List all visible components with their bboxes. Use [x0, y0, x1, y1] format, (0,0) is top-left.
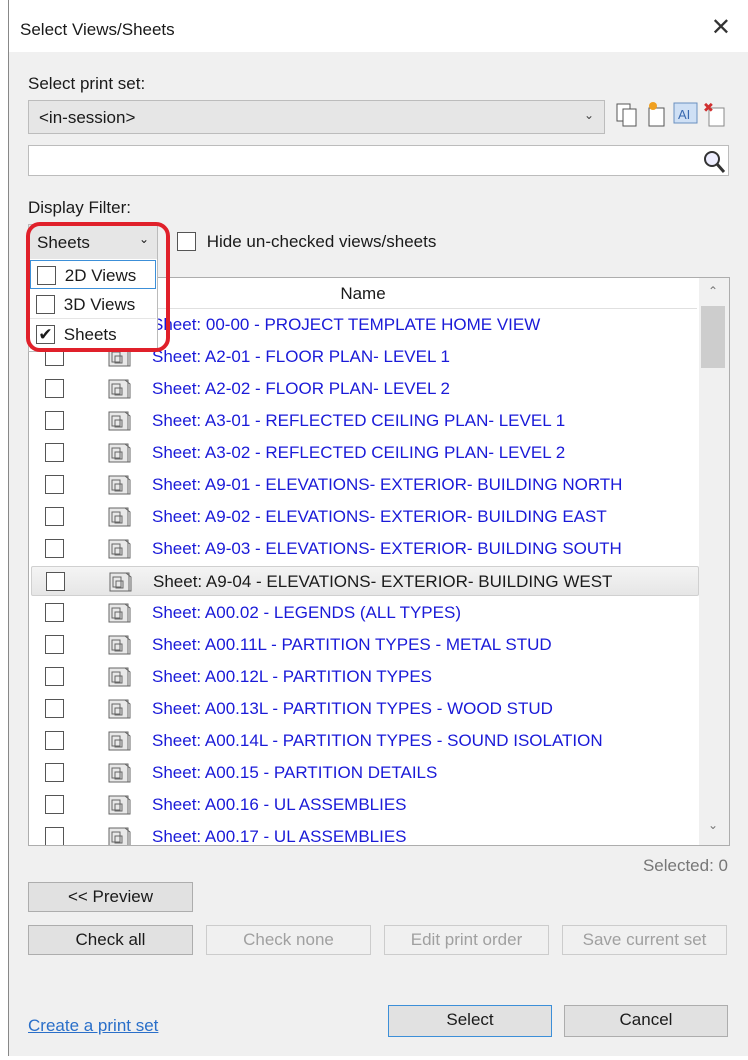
scroll-down-icon[interactable]: ⌄	[708, 818, 718, 832]
row-checkbox[interactable]	[45, 667, 64, 686]
scrollbar-thumb[interactable]	[701, 306, 725, 368]
print-set-dropdown[interactable]: <in-session> ⌄	[28, 100, 605, 134]
sheet-icon	[108, 667, 131, 687]
row-name: Sheet: A00.15 - PARTITION DETAILS	[152, 763, 438, 782]
duplicate-icon[interactable]	[615, 102, 639, 128]
sheet-icon	[108, 731, 131, 751]
hide-unchecked-checkbox[interactable]: Hide un-checked views/sheets	[177, 231, 436, 252]
edit-print-order-button[interactable]: Edit print order	[384, 925, 549, 955]
highlight-annotation	[26, 222, 170, 352]
row-name: Sheet: A2-01 - FLOOR PLAN- LEVEL 1	[152, 347, 450, 366]
table-row[interactable]: Sheet: A00.12L - PARTITION TYPES	[31, 662, 699, 692]
table-row[interactable]: Sheet: A00.14L - PARTITION TYPES - SOUND…	[31, 726, 699, 756]
row-name: Sheet: A9-03 - ELEVATIONS- EXTERIOR- BUI…	[152, 539, 622, 558]
row-name: Sheet: 00-00 - PROJECT TEMPLATE HOME VIE…	[152, 315, 541, 334]
row-checkbox[interactable]	[45, 475, 64, 494]
row-checkbox[interactable]	[45, 411, 64, 430]
table-row[interactable]: Sheet: A9-02 - ELEVATIONS- EXTERIOR- BUI…	[31, 502, 699, 532]
row-name: Sheet: A00.11L - PARTITION TYPES - METAL…	[152, 635, 552, 654]
row-checkbox[interactable]	[45, 603, 64, 622]
check-all-button[interactable]: Check all	[28, 925, 193, 955]
table-row[interactable]: Sheet: A2-02 - FLOOR PLAN- LEVEL 2	[31, 374, 699, 404]
table-row[interactable]: Sheet: A00.02 - LEGENDS (ALL TYPES)	[31, 598, 699, 628]
preview-button[interactable]: << Preview	[28, 882, 193, 912]
sheet-icon	[108, 411, 131, 431]
create-print-set-link[interactable]: Create a print set	[28, 1016, 158, 1036]
row-name: Sheet: A00.16 - UL ASSEMBLIES	[152, 795, 407, 814]
cancel-button[interactable]: Cancel	[564, 1005, 728, 1037]
checkbox[interactable]	[177, 232, 196, 252]
check-none-button[interactable]: Check none	[206, 925, 371, 955]
table-row[interactable]: Sheet: A9-04 - ELEVATIONS- EXTERIOR- BUI…	[31, 566, 699, 596]
row-name: Sheet: A00.17 - UL ASSEMBLIES	[152, 827, 407, 846]
row-checkbox[interactable]	[45, 763, 64, 782]
row-checkbox[interactable]	[45, 379, 64, 398]
sheet-icon	[108, 763, 131, 783]
sheet-icon	[108, 827, 131, 845]
row-checkbox[interactable]	[45, 635, 64, 654]
sheet-icon	[108, 539, 131, 559]
row-checkbox[interactable]	[45, 539, 64, 558]
row-name: Sheet: A9-02 - ELEVATIONS- EXTERIOR- BUI…	[152, 507, 607, 526]
sheet-icon	[108, 475, 131, 495]
table-row[interactable]: Sheet: A3-01 - REFLECTED CEILING PLAN- L…	[31, 406, 699, 436]
selected-count: Selected: 0	[642, 856, 728, 875]
select-button[interactable]: Select	[388, 1005, 552, 1037]
row-name: Sheet: A9-01 - ELEVATIONS- EXTERIOR- BUI…	[152, 475, 623, 494]
chevron-down-icon: ⌄	[583, 108, 594, 122]
row-name: Sheet: A00.12L - PARTITION TYPES	[152, 667, 433, 686]
table-row[interactable]: Sheet: A3-02 - REFLECTED CEILING PLAN- L…	[31, 438, 699, 468]
select-views-dialog: Select Views/Sheets ✕ Select print set: …	[8, 0, 748, 1056]
sheet-icon	[108, 603, 131, 623]
table-row[interactable]: Sheet: A00.15 - PARTITION DETAILS	[31, 758, 699, 788]
sheet-icon	[108, 635, 131, 655]
close-icon[interactable]: ✕	[711, 16, 731, 40]
new-set-icon[interactable]	[645, 100, 669, 128]
svg-text:✖: ✖	[703, 100, 714, 115]
row-name: Sheet: A2-02 - FLOOR PLAN- LEVEL 2	[152, 379, 450, 398]
sheet-icon	[108, 795, 131, 815]
scroll-up-icon[interactable]: ⌃	[708, 284, 718, 298]
row-checkbox[interactable]	[46, 572, 65, 591]
views-sheets-list[interactable]: Name Sheet: 00-00 - PROJECT TEMPLATE HOM…	[28, 277, 730, 846]
table-row[interactable]: Sheet: A9-01 - ELEVATIONS- EXTERIOR- BUI…	[31, 470, 699, 500]
delete-set-icon[interactable]: ✖	[703, 100, 729, 128]
sheet-icon	[108, 379, 131, 399]
vertical-scrollbar[interactable]: ⌃ ⌄	[699, 278, 729, 845]
table-row[interactable]: Sheet: A00.16 - UL ASSEMBLIES	[31, 790, 699, 820]
display-filter-label: Display Filter:	[28, 198, 131, 217]
table-row[interactable]: Sheet: A9-03 - ELEVATIONS- EXTERIOR- BUI…	[31, 534, 699, 564]
row-name: Sheet: A00.14L - PARTITION TYPES - SOUND…	[152, 731, 603, 750]
sheet-icon	[108, 507, 131, 527]
row-name: Sheet: A00.02 - LEGENDS (ALL TYPES)	[152, 603, 461, 622]
print-set-value: <in-session>	[39, 108, 136, 127]
save-current-set-button[interactable]: Save current set	[562, 925, 727, 955]
print-set-label: Select print set:	[28, 74, 146, 93]
row-checkbox[interactable]	[45, 443, 64, 462]
row-checkbox[interactable]	[45, 827, 64, 845]
title-bar: Select Views/Sheets ✕	[9, 0, 748, 52]
search-icon[interactable]	[702, 149, 726, 175]
rename-icon[interactable]: AI	[673, 102, 699, 126]
row-name: Sheet: A3-02 - REFLECTED CEILING PLAN- L…	[152, 443, 566, 462]
table-row[interactable]: Sheet: A00.13L - PARTITION TYPES - WOOD …	[31, 694, 699, 724]
row-name: Sheet: A9-04 - ELEVATIONS- EXTERIOR- BUI…	[153, 572, 613, 591]
sheet-icon	[108, 443, 131, 463]
svg-text:AI: AI	[678, 107, 690, 122]
sheet-icon	[108, 699, 131, 719]
row-checkbox[interactable]	[45, 795, 64, 814]
row-checkbox[interactable]	[45, 507, 64, 526]
hide-unchecked-label: Hide un-checked views/sheets	[206, 231, 437, 251]
row-checkbox[interactable]	[45, 731, 64, 750]
dialog-title: Select Views/Sheets	[20, 20, 175, 39]
row-checkbox[interactable]	[45, 699, 64, 718]
row-name: Sheet: A00.13L - PARTITION TYPES - WOOD …	[152, 699, 553, 718]
table-row[interactable]: Sheet: A00.17 - UL ASSEMBLIES	[31, 822, 699, 846]
search-input[interactable]	[28, 145, 729, 176]
table-row[interactable]: Sheet: A00.11L - PARTITION TYPES - METAL…	[31, 630, 699, 660]
row-name: Sheet: A3-01 - REFLECTED CEILING PLAN- L…	[152, 411, 566, 430]
sheet-icon	[109, 572, 132, 592]
